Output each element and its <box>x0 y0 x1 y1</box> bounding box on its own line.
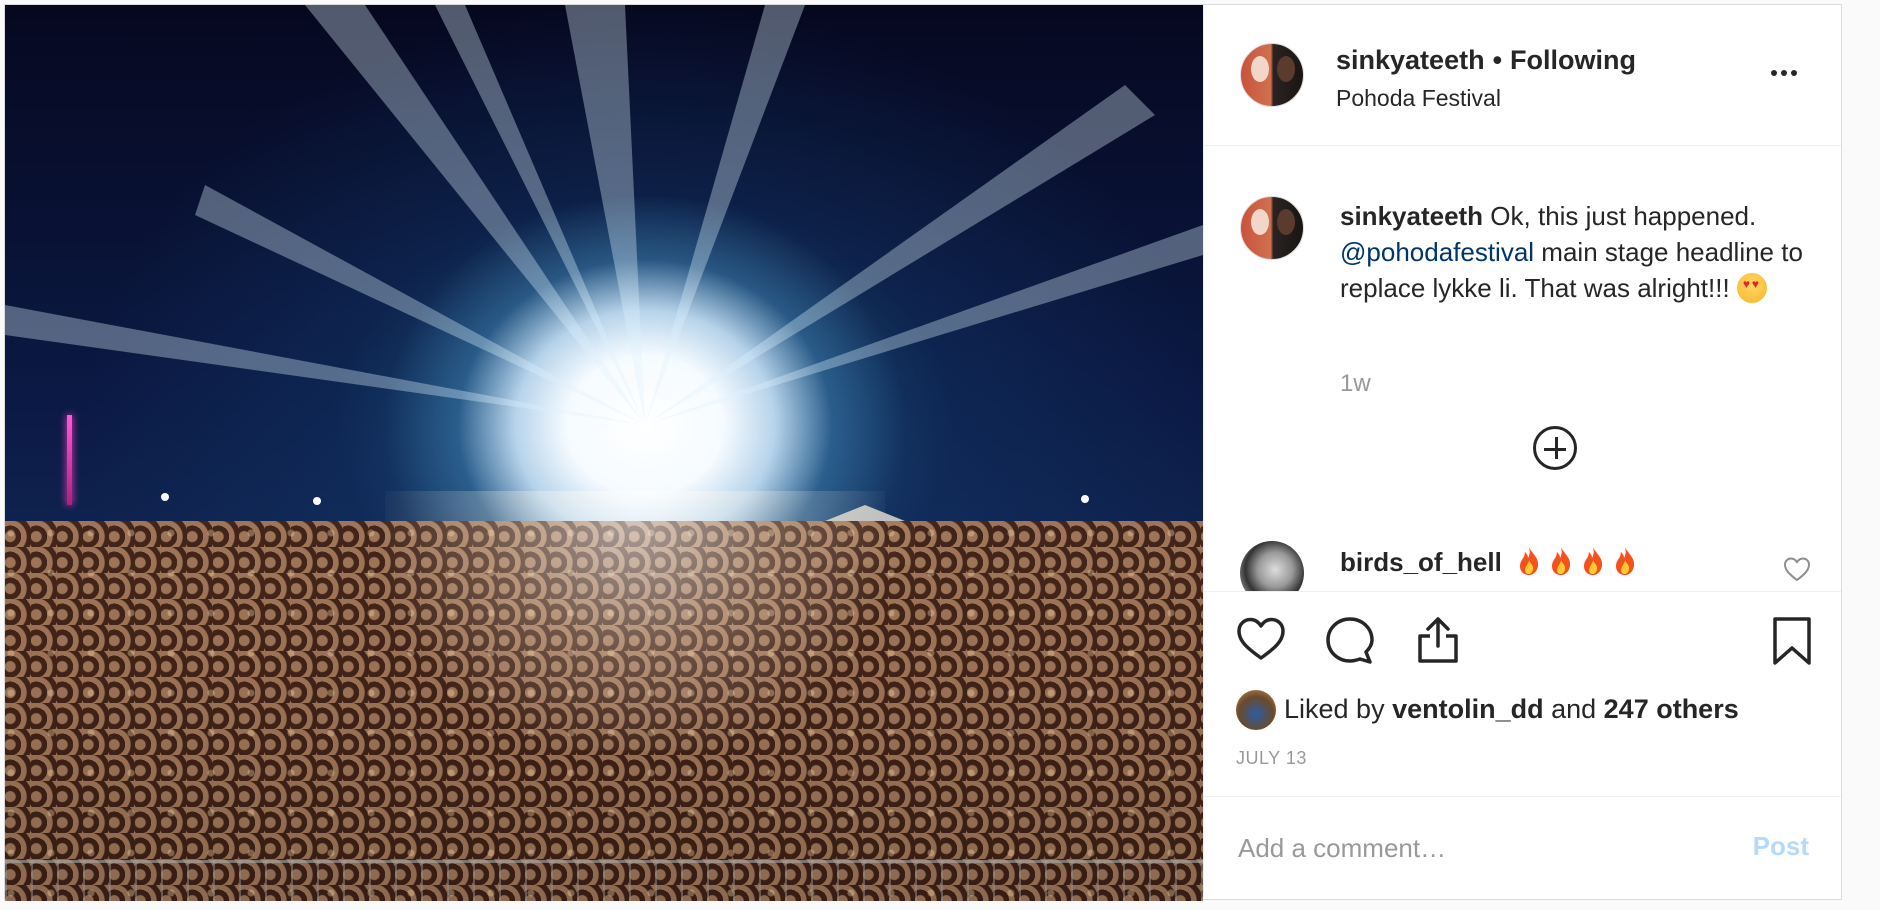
author-avatar[interactable] <box>1240 43 1304 107</box>
caption-username[interactable]: sinkyateeth <box>1340 201 1483 231</box>
commenter-avatar[interactable] <box>1240 541 1304 591</box>
instagram-post: sinkyateeth • Following Pohoda Festival si… <box>4 4 1842 901</box>
following-button[interactable]: Following <box>1510 45 1636 75</box>
post-date[interactable]: JULY 13 <box>1236 748 1307 769</box>
likes-count[interactable]: 247 others <box>1604 694 1739 724</box>
mention-link[interactable]: @pohodafestival <box>1340 237 1534 267</box>
caption-text: Ok, this just happened. <box>1483 201 1757 231</box>
more-options-icon[interactable] <box>1769 63 1809 93</box>
fire-emoji-icon <box>1616 547 1635 575</box>
heart-eyes-emoji <box>1736 273 1767 303</box>
festival-tower <box>67 415 72 505</box>
likes-summary[interactable]: Liked by ventolin_dd and 247 others <box>1284 694 1739 725</box>
share-upload-icon[interactable] <box>1416 616 1460 664</box>
comment-bubble-icon[interactable] <box>1326 616 1374 664</box>
separator-dot: • <box>1492 45 1503 75</box>
like-heart-icon[interactable] <box>1236 616 1286 662</box>
liker-avatar[interactable] <box>1236 690 1276 730</box>
comment-item: birds_of_hell <box>1340 546 1637 578</box>
stage-barrier <box>5 860 1203 901</box>
post-actions: Liked by ventolin_dd and 247 others JULY… <box>1204 591 1841 797</box>
location-link[interactable]: Pohoda Festival <box>1336 85 1501 112</box>
caption-timestamp[interactable]: 1w <box>1340 370 1371 398</box>
bookmark-save-icon[interactable] <box>1771 616 1813 666</box>
load-more-comments-icon[interactable] <box>1533 426 1577 470</box>
fire-emoji-icon <box>1584 547 1603 575</box>
fire-emoji-icon <box>1520 547 1539 575</box>
caption-author-avatar[interactable] <box>1240 196 1304 260</box>
comments-section: sinkyateeth Ok, this just happened. @poh… <box>1204 146 1841 591</box>
comment-input[interactable] <box>1236 819 1720 877</box>
add-comment-bar: Post <box>1204 796 1841 899</box>
comment-like-heart-icon[interactable] <box>1783 556 1811 582</box>
post-header: sinkyateeth • Following Pohoda Festival <box>1204 5 1841 146</box>
liker-username[interactable]: ventolin_dd <box>1392 694 1544 724</box>
fire-emoji-icon <box>1552 547 1571 575</box>
post-caption: sinkyateeth Ok, this just happened. @poh… <box>1340 198 1820 306</box>
author-username[interactable]: sinkyateeth <box>1336 45 1485 75</box>
post-photo[interactable] <box>5 5 1203 901</box>
post-sidebar: sinkyateeth • Following Pohoda Festival si… <box>1203 5 1841 899</box>
post-comment-button[interactable]: Post <box>1753 831 1809 862</box>
commenter-username[interactable]: birds_of_hell <box>1340 547 1502 577</box>
